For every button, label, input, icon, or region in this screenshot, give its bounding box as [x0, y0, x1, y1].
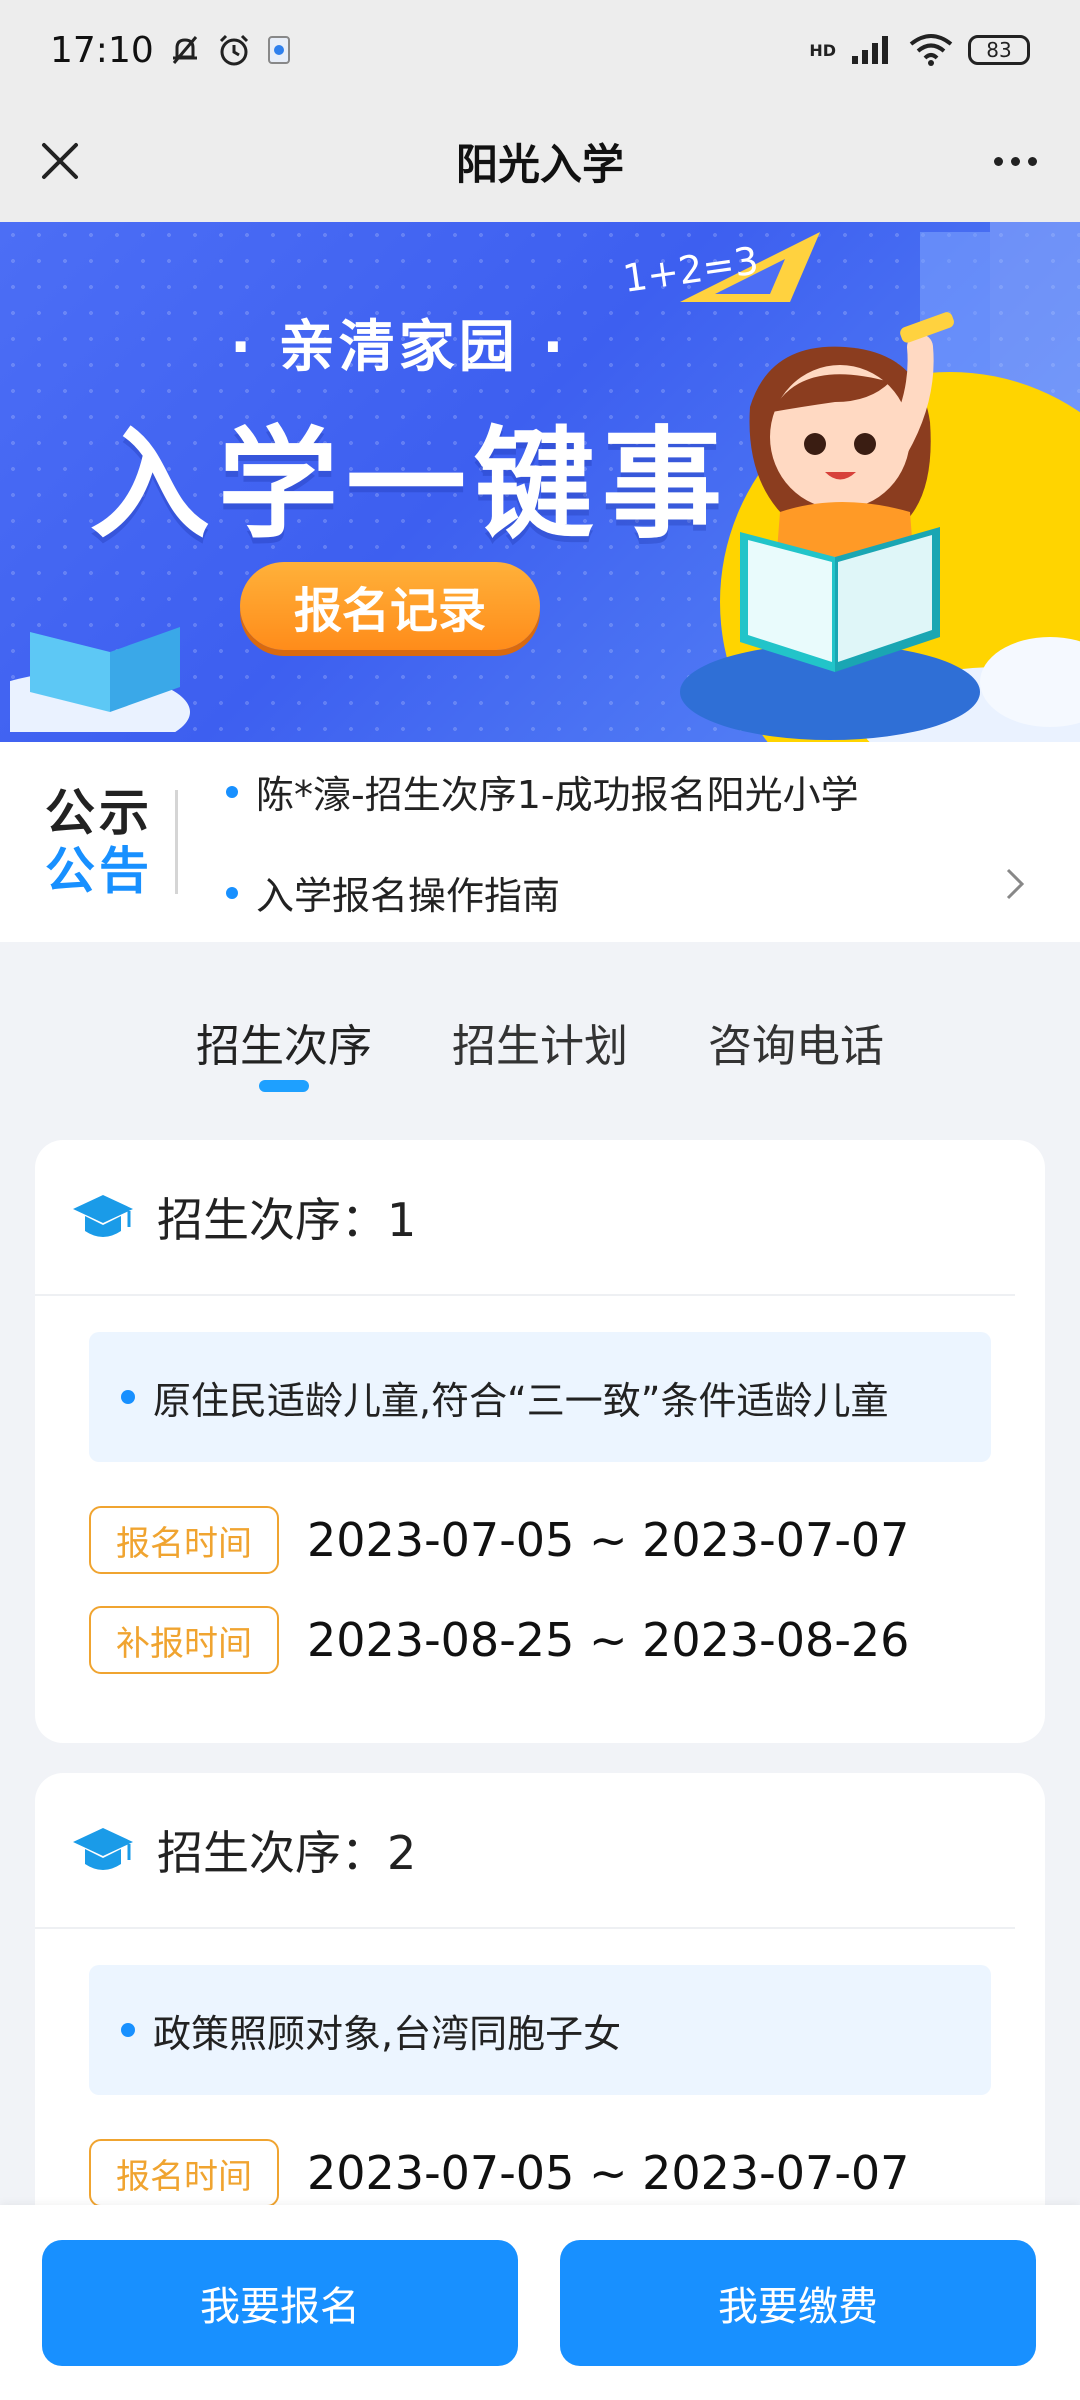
notice-item[interactable]: 陈*濠-招生次序1-成功报名阳光小学	[226, 764, 1080, 819]
registration-record-button[interactable]: 报名记录	[240, 562, 540, 650]
time-row: 报名时间 2023-07-05 ~ 2023-07-07	[89, 2139, 1045, 2207]
signal-icon	[852, 36, 888, 64]
notice-item[interactable]: 入学报名操作指南	[226, 865, 1080, 920]
notice-list: 陈*濠-招生次序1-成功报名阳光小学 入学报名操作指南	[226, 764, 1080, 920]
notice-logo-line1: 公示	[45, 784, 153, 842]
status-left-icons	[168, 32, 292, 68]
tabs: 招生次序 招生计划 咨询电话	[0, 970, 1080, 1110]
bullet-dot	[226, 785, 238, 798]
register-button[interactable]: 我要报名	[42, 2240, 518, 2366]
banner[interactable]: 1+2=3 · 亲清家园 · 入学一键事 报名记录	[0, 222, 1080, 742]
tab-enrollment-plan[interactable]: 招生计划	[452, 970, 628, 1110]
card-header: 招生次序：1	[35, 1140, 1015, 1296]
app-notification-icon	[267, 36, 290, 64]
tab-active-indicator	[259, 1080, 309, 1092]
bullet-dot	[121, 1390, 135, 1404]
notice-item-text: 陈*濠-招生次序1-成功报名阳光小学	[256, 773, 859, 817]
criteria-text: 原住民适龄儿童,符合“三一致”条件适龄儿童	[153, 1378, 889, 1423]
page-title: 阳光入学	[455, 139, 624, 189]
alarm-icon	[219, 34, 248, 66]
banner-subtitle: · 亲清家园 ·	[230, 315, 568, 380]
tab-label: 招生计划	[452, 1021, 628, 1072]
graduation-cap-icon	[73, 1195, 133, 1237]
time-badge: 报名时间	[89, 1506, 279, 1574]
close-button[interactable]	[30, 131, 90, 191]
battery-icon: 83	[968, 35, 1030, 65]
tab-enrollment-order[interactable]: 招生次序	[196, 970, 372, 1110]
card-header: 招生次序：2	[35, 1773, 1015, 1929]
notice-panel[interactable]: 公示 公告 陈*濠-招生次序1-成功报名阳光小学 入学报名操作指南	[0, 742, 1080, 942]
pay-button[interactable]: 我要缴费	[560, 2240, 1036, 2366]
time-value: 2023-07-05 ~ 2023-07-07	[307, 2146, 910, 2200]
bottom-action-bar: 我要报名 我要缴费	[0, 2205, 1080, 2400]
tab-consult-phone[interactable]: 咨询电话	[708, 970, 884, 1110]
tab-label: 招生次序	[196, 1021, 372, 1072]
banner-title: 入学一键事	[90, 416, 730, 555]
hd-label: HD	[809, 40, 836, 60]
tab-label: 咨询电话	[708, 1021, 884, 1072]
notice-logo-line2: 公告	[45, 842, 153, 900]
notice-logo: 公示 公告	[0, 784, 175, 900]
criteria-box: 原住民适龄儿童,符合“三一致”条件适龄儿童	[89, 1332, 991, 1462]
nav-bar: 阳光入学	[0, 100, 1080, 222]
criteria-text: 政策照顾对象,台湾同胞子女	[153, 2011, 622, 2056]
bell-off-icon	[172, 36, 197, 64]
card-title: 招生次序：2	[157, 1826, 417, 1880]
close-icon	[42, 143, 78, 179]
time-value: 2023-08-25 ~ 2023-08-26	[307, 1613, 910, 1667]
wifi-icon	[909, 34, 953, 66]
notice-divider	[175, 790, 178, 894]
more-icon	[993, 156, 1003, 166]
time-row: 补报时间 2023-08-25 ~ 2023-08-26	[89, 1606, 1045, 1674]
book-decoration	[10, 627, 190, 732]
status-right: HD 83	[809, 33, 1030, 67]
criteria-box: 政策照顾对象,台湾同胞子女	[89, 1965, 991, 2095]
card-title: 招生次序：1	[157, 1193, 417, 1247]
graduation-cap-icon	[73, 1828, 133, 1870]
chevron-right-icon[interactable]	[1000, 864, 1030, 904]
enrollment-order-card: 招生次序：2 政策照顾对象,台湾同胞子女 报名时间 2023-07-05 ~ 2…	[35, 1773, 1045, 2253]
more-button[interactable]	[980, 131, 1050, 191]
enrollment-order-card: 招生次序：1 原住民适龄儿童,符合“三一致”条件适龄儿童 报名时间 2023-0…	[35, 1140, 1045, 1743]
time-row: 报名时间 2023-07-05 ~ 2023-07-07	[89, 1506, 1045, 1574]
time-badge: 报名时间	[89, 2139, 279, 2207]
time-value: 2023-07-05 ~ 2023-07-07	[307, 1513, 910, 1567]
status-bar: 17:10 HD 83	[0, 0, 1080, 100]
status-time: 17:10	[50, 29, 154, 71]
notice-item-text: 入学报名操作指南	[256, 874, 561, 918]
bullet-dot	[121, 2023, 135, 2037]
bullet-dot	[226, 886, 238, 899]
time-badge: 补报时间	[89, 1606, 279, 1674]
